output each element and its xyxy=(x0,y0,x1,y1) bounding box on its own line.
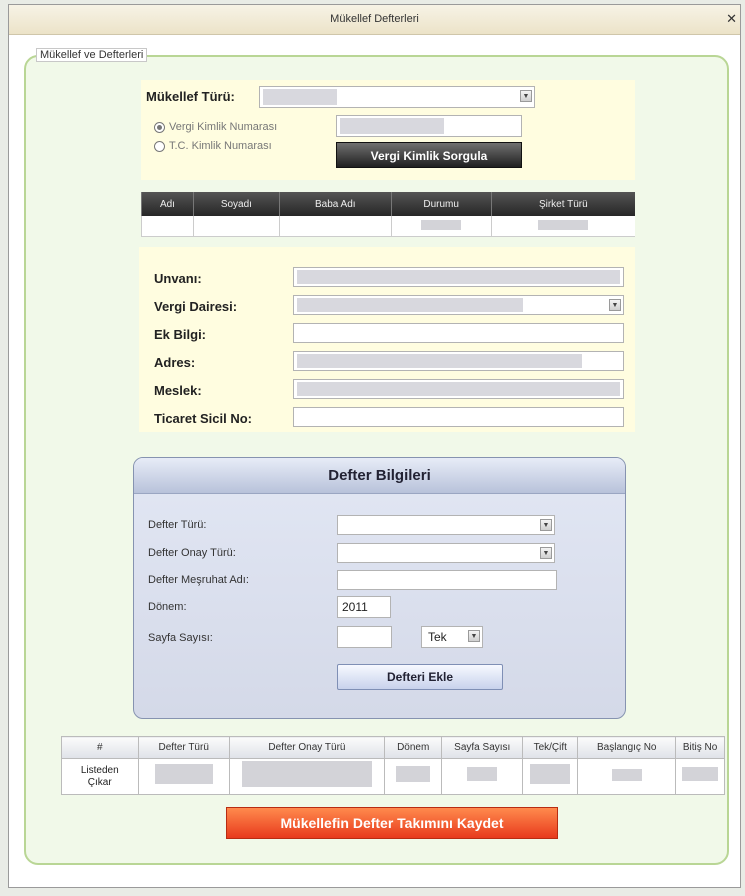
chevron-down-icon[interactable]: ▼ xyxy=(468,630,480,642)
defter-list-header: # Defter Türü Defter Onay Türü Dönem Say… xyxy=(61,736,725,759)
ticaret-sicil-input[interactable] xyxy=(293,407,624,427)
vergi-dairesi-label: Vergi Dairesi: xyxy=(154,299,238,314)
col-sirket-turu: Şirket Türü xyxy=(490,192,635,216)
ek-bilgi-label: Ek Bilgi: xyxy=(154,327,207,342)
table-row xyxy=(141,216,635,237)
redacted-value xyxy=(241,761,372,787)
defter-panel-title: Defter Bilgileri xyxy=(134,458,625,494)
col-defter-onay-turu: Defter Onay Türü xyxy=(228,736,386,759)
donem-label: Dönem: xyxy=(148,601,187,613)
redacted-value xyxy=(263,89,337,105)
col-durumu: Durumu xyxy=(390,192,492,216)
radio-vkn-label: Vergi Kimlik Numarası xyxy=(169,121,278,133)
defter-bilgileri-panel: Defter Bilgileri Defter Türü: ▼ Defter O… xyxy=(133,457,626,719)
close-icon[interactable]: ✕ xyxy=(726,11,737,27)
result-table: Adı Soyadı Baba Adı Durumu Şirket Türü xyxy=(141,192,635,237)
title-bar: Mükellef Defterleri ✕ xyxy=(9,5,740,35)
vergi-kimlik-sorgula-button[interactable]: Vergi Kimlik Sorgula xyxy=(336,142,522,168)
col-bitis-no: Bitiş No xyxy=(675,736,725,759)
redacted-value xyxy=(154,764,213,784)
meslek-label: Meslek: xyxy=(154,383,202,398)
fieldset-legend: Mükellef ve Defterleri xyxy=(36,48,148,62)
defter-onay-turu-select[interactable]: ▼ xyxy=(337,543,555,563)
mukellef-type-label: Mükellef Türü: xyxy=(146,89,235,104)
save-defter-takimi-button[interactable]: Mükellefin Defter Takımını Kaydet xyxy=(226,807,558,839)
mukellef-type-select[interactable]: ▼ xyxy=(259,86,535,108)
result-table-header: Adı Soyadı Baba Adı Durumu Şirket Türü xyxy=(141,192,635,216)
chevron-down-icon[interactable]: ▼ xyxy=(540,547,552,559)
col-donem: Dönem xyxy=(383,736,443,759)
redacted-value xyxy=(297,298,523,312)
unvan-field[interactable] xyxy=(293,267,624,287)
chevron-down-icon[interactable]: ▼ xyxy=(609,299,621,311)
donem-input[interactable]: 2011 xyxy=(337,596,391,618)
radio-tc[interactable] xyxy=(154,141,165,152)
defteri-ekle-button[interactable]: Defteri Ekle xyxy=(337,664,503,690)
col-index: # xyxy=(61,736,139,759)
window-title: Mükellef Defterleri xyxy=(330,13,419,25)
defter-mesruhat-input[interactable] xyxy=(337,570,557,590)
col-sayfa-sayisi: Sayfa Sayısı xyxy=(441,736,524,759)
col-defter-turu: Defter Türü xyxy=(137,736,230,759)
col-baba-adi: Baba Adı xyxy=(278,192,392,216)
col-soyadi: Soyadı xyxy=(192,192,280,216)
radio-vkn[interactable] xyxy=(154,122,165,133)
redacted-value xyxy=(297,354,582,368)
radio-tc-label: T.C. Kimlik Numarası xyxy=(169,140,272,152)
ticaret-sicil-label: Ticaret Sicil No: xyxy=(154,411,253,426)
ek-bilgi-input[interactable] xyxy=(293,323,624,343)
dialog-window: Mükellef Defterleri ✕ Mükellef ve Defter… xyxy=(8,4,741,888)
chevron-down-icon[interactable]: ▼ xyxy=(520,90,532,102)
kimlik-no-input[interactable] xyxy=(336,115,522,137)
defter-turu-label: Defter Türü: xyxy=(148,519,207,531)
redacted-value xyxy=(297,382,620,396)
defter-list-table: # Defter Türü Defter Onay Türü Dönem Say… xyxy=(61,736,725,795)
redacted-value xyxy=(340,118,444,134)
chevron-down-icon[interactable]: ▼ xyxy=(540,519,552,531)
col-tek-cift: Tek/Çift xyxy=(522,736,579,759)
adres-field[interactable] xyxy=(293,351,624,371)
listeden-cikar-link[interactable]: Listeden Çıkar xyxy=(61,758,139,795)
adres-label: Adres: xyxy=(154,355,196,370)
redacted-value xyxy=(421,219,462,230)
redacted-value xyxy=(467,767,498,781)
sayfa-sayisi-label: Sayfa Sayısı: xyxy=(148,632,213,644)
table-row: Listeden Çıkar xyxy=(61,758,725,795)
defter-turu-select[interactable]: ▼ xyxy=(337,515,555,535)
redacted-value xyxy=(396,766,431,782)
col-baslangic-no: Başlangıç No xyxy=(577,736,677,759)
unvan-label: Unvanı: xyxy=(154,271,202,286)
donem-value: 2011 xyxy=(342,600,368,614)
redacted-value xyxy=(538,219,589,230)
meslek-field[interactable] xyxy=(293,379,624,399)
vergi-dairesi-select[interactable]: ▼ xyxy=(293,295,624,315)
sayfa-sayisi-input[interactable] xyxy=(337,626,392,648)
col-adi: Adı xyxy=(141,192,194,216)
redacted-value xyxy=(682,767,719,781)
defter-mesruhat-label: Defter Meşruhat Adı: xyxy=(148,574,249,586)
mukellef-fieldset: Mükellef ve Defterleri Mükellef Türü: ▼ … xyxy=(24,48,729,865)
defter-onay-turu-label: Defter Onay Türü: xyxy=(148,547,236,559)
tek-cift-value: Tek xyxy=(428,630,447,644)
redacted-value xyxy=(297,270,620,284)
tek-cift-select[interactable]: Tek ▼ xyxy=(421,626,483,648)
redacted-value xyxy=(611,768,642,781)
redacted-value xyxy=(530,764,571,784)
